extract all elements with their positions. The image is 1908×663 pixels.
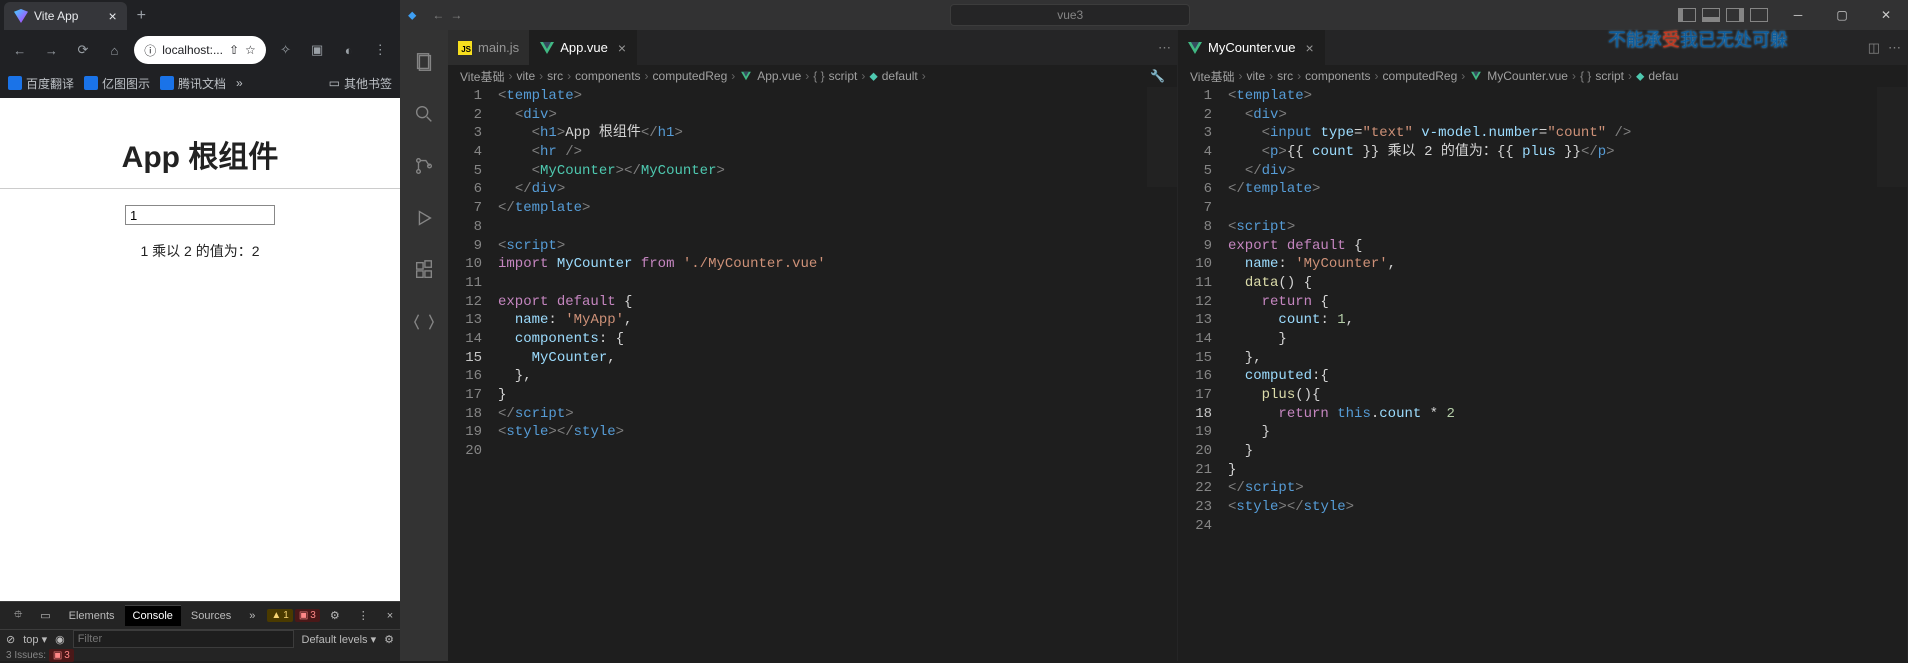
title-back-icon[interactable]: ←	[432, 8, 444, 22]
browser-toolbar: ← → ⟳ ⌂ ⓘ localhost:... ⇧ ☆ ✧ ▣ ◐ ⋮	[0, 32, 400, 68]
activity-remote-icon[interactable]	[400, 298, 448, 346]
devtools-inspect-icon[interactable]: ⯐	[6, 602, 30, 629]
activity-extensions-icon[interactable]	[400, 246, 448, 294]
code-editor[interactable]: 123456789101112131415161718192021222324 …	[1178, 87, 1907, 661]
page-content: App 根组件 1 乘以 2 的值为：2	[0, 98, 400, 601]
console-filter-input[interactable]	[73, 630, 294, 648]
tab-mainjs[interactable]: JS main.js	[448, 30, 530, 65]
console-clear-icon[interactable]: ⊘	[6, 633, 15, 646]
layout-sidebar-right-icon[interactable]	[1726, 8, 1744, 22]
layout-customize-icon[interactable]	[1750, 8, 1768, 22]
issues-count-badge[interactable]: ▣ 3	[49, 649, 74, 662]
breadcrumbs[interactable]: Vite基础› vite› src› components› computedR…	[1178, 65, 1907, 87]
breadcrumb-action-icon[interactable]: 🔧	[1150, 69, 1165, 83]
bookmark-icon	[160, 76, 174, 90]
devtools-tab-elements[interactable]: Elements	[61, 606, 123, 626]
url-text: localhost:...	[162, 43, 223, 57]
editor-actions-more-icon[interactable]: ⋯	[1158, 40, 1171, 56]
result-text: 1 乘以 2 的值为：2	[0, 241, 400, 261]
layout-sidebar-left-icon[interactable]	[1678, 8, 1696, 22]
page-title: App 根组件	[0, 132, 400, 176]
nav-back-icon[interactable]: ←	[8, 38, 32, 62]
tab-bar: JS main.js App.vue × ⋯	[448, 30, 1177, 65]
share-icon[interactable]: ⇧	[229, 43, 239, 57]
browser-window: Vite App × + ← → ⟳ ⌂ ⓘ localhost:... ⇧ ☆…	[0, 0, 400, 661]
activity-debug-icon[interactable]	[400, 194, 448, 242]
editor-group-2: MyCounter.vue × ◫ ⋯ Vite基础› vite› src› c…	[1178, 30, 1908, 661]
bookmark-icon	[84, 76, 98, 90]
activity-scm-icon[interactable]	[400, 142, 448, 190]
devtools: ⯐ ▭ Elements Console Sources » ▲ 1 ▣ 3 ⚙…	[0, 601, 400, 661]
bookmark-item[interactable]: 腾讯文档	[160, 75, 226, 92]
title-forward-icon[interactable]: →	[450, 8, 462, 22]
bookmarks-bar: 百度翻译 亿图图示 腾讯文档 » ▭ 其他书签	[0, 68, 400, 98]
log-levels-selector[interactable]: Default levels ▾	[302, 633, 377, 646]
activity-bar	[400, 30, 448, 661]
layout-panel-icon[interactable]	[1702, 8, 1720, 22]
devtools-device-icon[interactable]: ▭	[32, 605, 58, 626]
js-icon: JS	[458, 41, 472, 55]
nav-home-icon[interactable]: ⌂	[103, 38, 127, 62]
vscode-brand-icon: ⬥	[408, 8, 416, 23]
editor-actions-more-icon[interactable]: ⋯	[1888, 40, 1901, 56]
devtools-settings-icon[interactable]: ⚙	[322, 605, 348, 626]
tab-close-icon[interactable]: ×	[618, 40, 626, 56]
split-editor-icon[interactable]: ◫	[1868, 40, 1880, 56]
devtools-tab-console[interactable]: Console	[125, 605, 181, 626]
context-selector[interactable]: top ▾	[23, 633, 47, 646]
vscode-titlebar: ⬥ ← → vue3 ─ ▢ ✕	[400, 0, 1908, 30]
vite-icon	[14, 9, 28, 23]
divider	[0, 188, 400, 189]
editor-group-1: JS main.js App.vue × ⋯ Vite基础›	[448, 30, 1178, 661]
profile-icon[interactable]: ◐	[337, 38, 361, 62]
tab-appvue[interactable]: App.vue ×	[530, 30, 637, 65]
extensions-icon[interactable]: ✧	[274, 38, 298, 62]
tab-title: Vite App	[34, 9, 78, 23]
command-center-search[interactable]: vue3	[950, 4, 1190, 26]
browser-tab-strip: Vite App × +	[0, 0, 400, 32]
tab-close-icon[interactable]: ×	[1305, 40, 1313, 56]
vue-icon	[540, 42, 554, 54]
vue-icon	[1188, 42, 1202, 54]
address-bar[interactable]: ⓘ localhost:... ⇧ ☆	[134, 36, 266, 64]
devtools-more-icon[interactable]: ⋮	[350, 605, 377, 626]
browser-tab[interactable]: Vite App ×	[4, 2, 127, 30]
eye-icon[interactable]: ◉	[55, 633, 65, 646]
window-close-icon[interactable]: ✕	[1864, 0, 1908, 30]
devtools-tabs-more[interactable]: »	[241, 606, 263, 626]
activity-search-icon[interactable]	[400, 90, 448, 138]
vscode-window: ⬥ ← → vue3 ─ ▢ ✕	[400, 0, 1908, 661]
issues-label: 3 Issues:	[6, 650, 46, 661]
nav-reload-icon[interactable]: ⟳	[71, 38, 95, 62]
tab-mycountervue[interactable]: MyCounter.vue ×	[1178, 30, 1325, 65]
warnings-badge[interactable]: ▲ 1	[267, 609, 292, 622]
devtools-tab-sources[interactable]: Sources	[183, 606, 239, 626]
breadcrumbs[interactable]: Vite基础› vite› src› components› computedR…	[448, 65, 1177, 87]
code-editor[interactable]: 1234567891011121314151617181920 <templat…	[448, 87, 1177, 661]
site-info-icon[interactable]: ⓘ	[144, 42, 156, 59]
other-bookmarks[interactable]: ▭ 其他书签	[329, 75, 392, 92]
bookmark-icon	[8, 76, 22, 90]
nav-forward-icon[interactable]: →	[40, 38, 64, 62]
star-icon[interactable]: ☆	[245, 43, 256, 57]
count-input[interactable]	[125, 205, 275, 225]
reader-icon[interactable]: ▣	[305, 38, 329, 62]
tab-bar: MyCounter.vue × ◫ ⋯	[1178, 30, 1907, 65]
new-tab-button[interactable]: +	[127, 3, 156, 29]
window-maximize-icon[interactable]: ▢	[1820, 0, 1864, 30]
menu-icon[interactable]: ⋮	[368, 38, 392, 62]
bookmarks-overflow[interactable]: »	[236, 76, 243, 90]
activity-explorer-icon[interactable]	[400, 38, 448, 86]
errors-badge[interactable]: ▣ 3	[295, 609, 320, 622]
bookmark-item[interactable]: 亿图图示	[84, 75, 150, 92]
devtools-tabs: ⯐ ▭ Elements Console Sources » ▲ 1 ▣ 3 ⚙…	[0, 602, 400, 630]
devtools-close-icon[interactable]: ×	[379, 606, 401, 626]
window-minimize-icon[interactable]: ─	[1776, 0, 1820, 30]
tab-close-icon[interactable]: ×	[108, 8, 116, 24]
bookmark-item[interactable]: 百度翻译	[8, 75, 74, 92]
console-settings-icon[interactable]: ⚙	[384, 633, 394, 646]
